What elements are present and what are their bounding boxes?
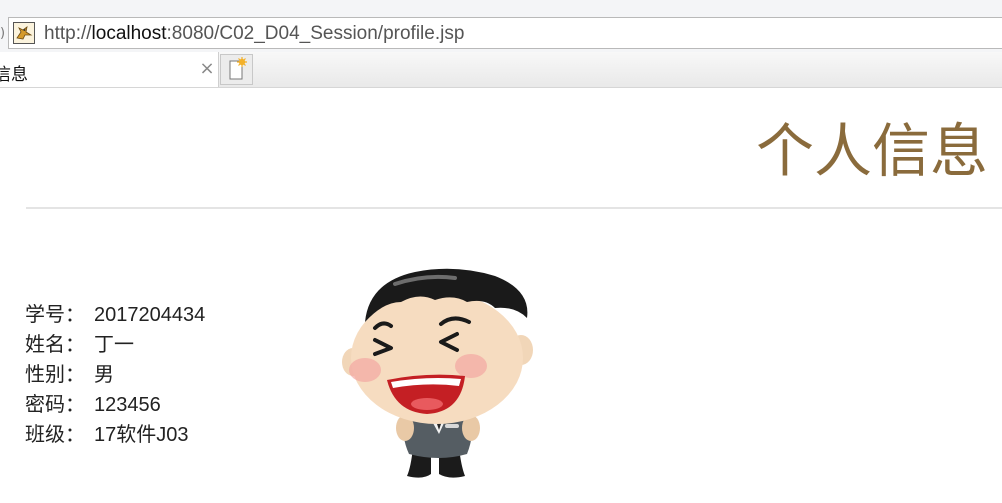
tab-strip: 信息 × [0,52,1002,88]
field-class: 班级： 17软件J03 [25,420,205,450]
field-value: 2017204434 [94,304,206,326]
field-value: 男 [94,364,114,386]
field-label: 密码： [25,394,85,416]
new-tab-button[interactable] [220,54,253,85]
field-label: 班级： [25,424,85,446]
cartoon-boy-avatar [342,268,533,478]
tab-profile[interactable]: 信息 × [0,52,219,87]
address-bar[interactable]: http://localhost:8080/C02_D04_Session/pr… [8,17,1002,49]
field-name: 姓名： 丁一 [25,330,205,360]
url-text[interactable]: http://localhost:8080/C02_D04_Session/pr… [44,23,464,45]
close-icon[interactable]: × [199,59,215,79]
title-divider [26,207,1002,209]
field-value: 17软件J03 [94,424,189,446]
field-value: 丁一 [94,334,134,356]
new-tab-icon [229,57,247,80]
url-rest: :8080/C02_D04_Session/profile.jsp [166,23,465,44]
address-bar-edge: ) [0,26,6,41]
field-gender: 性别： 男 [25,360,205,390]
url-prefix: http:// [44,23,92,44]
profile-info: 学号： 2017204434 姓名： 丁一 性别： 男 密码： 123456 班级： 17… [25,300,205,450]
field-student-id: 学号： 2017204434 [25,300,205,330]
tomcat-icon [13,22,35,44]
field-label: 姓名： [25,334,85,356]
field-label: 性别： [25,364,85,386]
address-bar-strip: ) http://localhost:8080/C02_D04_Session/… [0,0,1002,53]
field-password: 密码： 123456 [25,390,205,420]
field-label: 学号： [25,304,85,326]
page-title: 个人信息 [755,117,988,185]
field-value: 123456 [94,394,161,416]
url-host: localhost [91,23,167,44]
tab-title: 信息 [0,65,28,85]
